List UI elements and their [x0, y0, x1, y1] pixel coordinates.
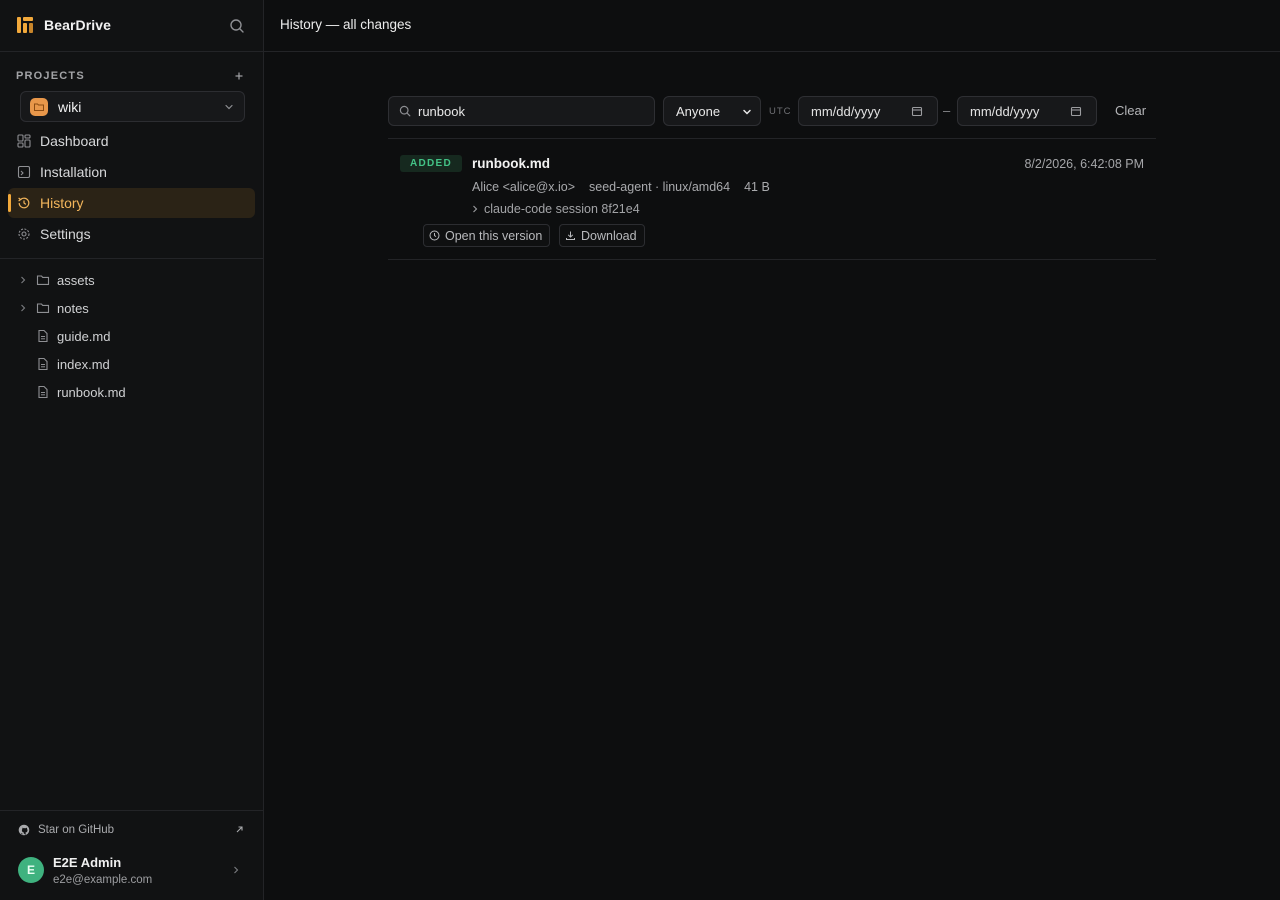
tree-label: runbook.md [57, 384, 126, 400]
history-filter-bar: Anyone UTC mm/dd/yyyy – mm/dd/yyyy Clear [388, 96, 1156, 126]
open-version-button[interactable]: Open this version [423, 224, 551, 247]
date-from-input[interactable]: mm/dd/yyyy [798, 96, 938, 126]
entry-file-name[interactable]: runbook.md [472, 156, 550, 171]
search-input[interactable] [418, 103, 648, 119]
folder-icon [36, 301, 50, 315]
chevron-down-icon [742, 107, 752, 117]
date-to-placeholder: mm/dd/yyyy [970, 103, 1040, 119]
nav-history[interactable]: History [8, 188, 255, 218]
nav-label: History [40, 195, 84, 211]
session-label: claude-code session 8f21e4 [484, 202, 640, 216]
open-version-label: Open this version [445, 228, 543, 243]
nav-label: Settings [40, 226, 91, 242]
tree-label: index.md [57, 356, 110, 372]
utc-label: UTC [769, 106, 792, 117]
date-from-placeholder: mm/dd/yyyy [811, 103, 881, 119]
brand-name: BearDrive [44, 17, 112, 33]
folder-icon [36, 273, 50, 287]
date-range-separator: – [943, 103, 951, 118]
file-icon [36, 357, 50, 371]
chevron-right-icon [232, 865, 240, 875]
tree-file-index[interactable]: index.md [18, 352, 248, 376]
entry-timestamp: 8/2/2026, 6:42:08 PM [1024, 157, 1144, 171]
history-search[interactable] [388, 96, 655, 126]
chevron-down-icon [224, 102, 234, 112]
calendar-icon[interactable] [911, 105, 923, 117]
avatar: E [18, 857, 44, 883]
tree-file-runbook[interactable]: runbook.md [18, 380, 248, 404]
nav-label: Dashboard [40, 133, 109, 149]
tree-label: guide.md [57, 328, 111, 344]
brand[interactable]: BearDrive [16, 16, 111, 34]
entry-size: 41 B [744, 180, 770, 194]
search-icon [399, 105, 411, 117]
file-icon [36, 385, 50, 399]
nav-label: Installation [40, 164, 107, 180]
sidebar-divider [0, 258, 263, 259]
entry-author: Alice <alice@x.io> [472, 180, 576, 194]
change-type-badge: ADDED [400, 155, 462, 172]
tree-label: notes [57, 300, 89, 316]
dashboard-icon [17, 134, 31, 148]
project-folder-icon [30, 97, 48, 116]
date-to-input[interactable]: mm/dd/yyyy [957, 96, 1097, 126]
file-icon [36, 329, 50, 343]
tree-file-guide[interactable]: guide.md [18, 324, 248, 348]
download-label: Download [581, 228, 637, 243]
nav-dashboard[interactable]: Dashboard [8, 126, 255, 156]
installation-icon [17, 165, 31, 179]
nav-settings[interactable]: Settings [8, 219, 255, 249]
topbar: History — all changes [264, 0, 1280, 52]
download-icon [565, 230, 576, 241]
project-name: wiki [58, 98, 82, 115]
user-info: E2E Admin e2e@example.com [53, 855, 152, 886]
sidebar-divider [0, 51, 263, 52]
projects-label: PROJECTS [16, 70, 85, 82]
entry-agent: seed-agent · linux/amd64 [589, 180, 731, 194]
external-link-icon [235, 825, 244, 834]
tree-folder-notes[interactable]: notes [18, 296, 248, 320]
author-filter-select[interactable]: Anyone [663, 96, 761, 126]
sidebar: BearDrive PROJECTS wiki Dashboard Instal… [0, 0, 264, 900]
tree-folder-assets[interactable]: assets [18, 268, 248, 292]
chevron-right-icon [18, 303, 28, 313]
author-filter-value: Anyone [676, 103, 721, 119]
chevron-right-icon [18, 275, 28, 285]
github-icon [18, 824, 30, 836]
tree-label: assets [57, 272, 95, 288]
user-menu[interactable]: E E2E Admin e2e@example.com [18, 852, 246, 888]
entry-meta: Alice <alice@x.io> seed-agent · linux/am… [472, 180, 784, 194]
history-icon [17, 196, 31, 210]
project-selector[interactable]: wiki [20, 91, 245, 122]
clock-icon [429, 230, 440, 241]
page-title: History — all changes [280, 17, 412, 32]
session-disclosure[interactable]: claude-code session 8f21e4 [472, 202, 640, 216]
clear-filters-button[interactable]: Clear [1115, 103, 1146, 118]
history-entry: ADDED runbook.md 8/2/2026, 6:42:08 PM Al… [388, 139, 1156, 259]
user-email: e2e@example.com [53, 873, 153, 886]
chevron-right-icon [472, 205, 478, 213]
github-label: Star on GitHub [38, 824, 115, 836]
user-name: E2E Admin [53, 854, 122, 870]
list-divider [388, 259, 1156, 260]
beardrive-logo-icon [16, 16, 34, 34]
calendar-icon[interactable] [1070, 105, 1082, 117]
gear-icon [17, 227, 31, 241]
search-icon[interactable] [228, 17, 246, 35]
nav-installation[interactable]: Installation [8, 157, 255, 187]
sidebar-divider [0, 810, 263, 811]
star-on-github-link[interactable]: Star on GitHub [18, 822, 246, 838]
add-project-icon[interactable] [233, 70, 245, 82]
download-button[interactable]: Download [559, 224, 645, 247]
